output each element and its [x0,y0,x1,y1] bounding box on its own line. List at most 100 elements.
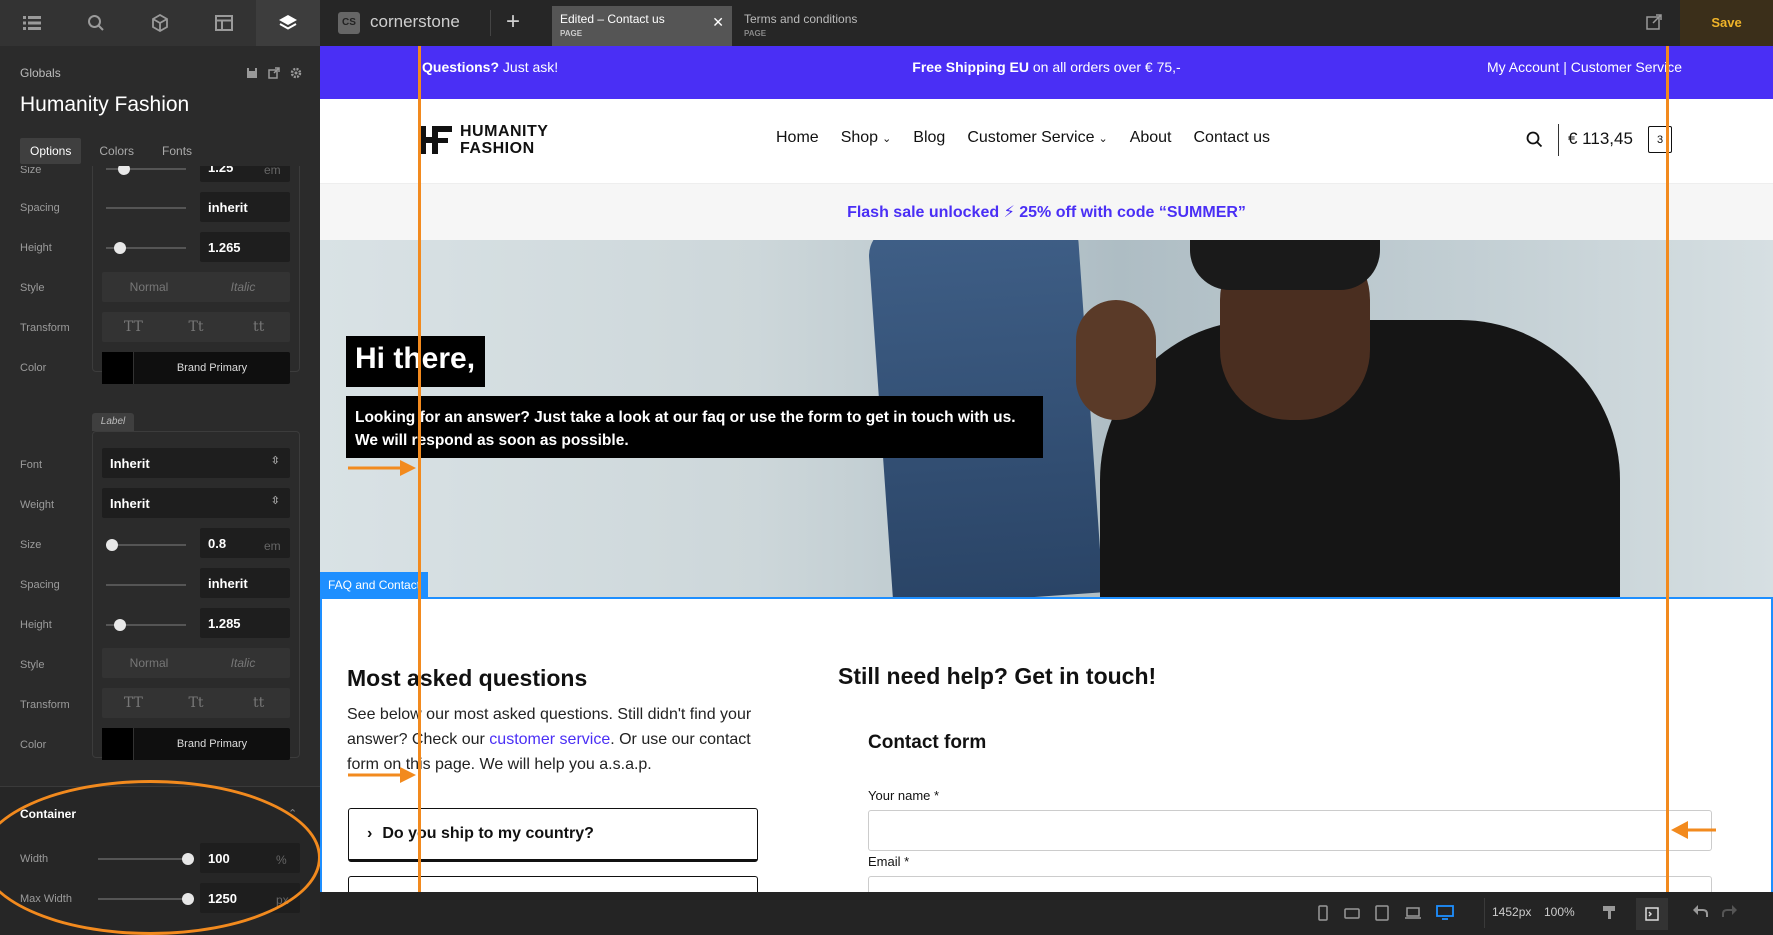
divider [1558,124,1559,156]
layers-icon[interactable] [256,0,320,46]
label-spacing-label: Spacing [20,579,60,591]
label-color-value: Brand Primary [176,738,248,750]
nav-about[interactable]: About [1130,129,1172,147]
hero-figure-hat [1190,240,1380,290]
weight-select[interactable]: Inherit ⇳ [102,488,290,518]
spacing-label: Spacing [20,202,60,214]
cube-icon[interactable] [128,0,192,46]
code-editor-icon[interactable] [1636,898,1668,930]
customer-service-inline-link[interactable]: customer service [489,731,610,748]
undo-icon[interactable] [1692,904,1708,923]
style-toggle: Normal Italic [102,272,290,302]
cart-total[interactable]: € 113,45 [1568,129,1633,149]
transform-lowercase-option[interactable]: tt [227,312,290,342]
label-height-slider-thumb[interactable] [114,619,126,631]
sidebar-icon-bar [0,0,320,46]
label-spacing-slider[interactable] [106,584,186,586]
label-style-italic-option[interactable]: Italic [196,648,290,678]
nav-blog[interactable]: Blog [913,129,945,147]
globals-header: Globals Humanity Fashion Options Colors … [0,46,320,166]
transform-uppercase-option[interactable]: TT [102,312,165,342]
save-icon[interactable] [246,66,258,84]
search-icon[interactable] [64,0,128,46]
font-select[interactable]: Inherit ⇳ [102,448,290,478]
size-slider[interactable] [106,166,186,175]
my-account-link[interactable]: My Account [1487,59,1559,75]
brush-icon[interactable] [1602,904,1618,925]
tab-edited-contact[interactable]: Edited – Contact us PAGE ✕ [552,6,732,46]
label-size-unit: em [264,539,281,553]
label-color-label: Color [20,739,47,751]
announcement-bar: Questions? Just ask! Free Shipping EU on… [320,46,1773,99]
nav-shop[interactable]: Shop [841,129,878,147]
site-header: HUMANITY FASHION Home Shop ⌄ Blog Custom… [320,99,1773,184]
desktop-icon[interactable] [1436,905,1454,926]
label-height-label: Height [20,619,52,631]
tab-title: Terms and conditions [744,12,858,26]
color-label: Color [20,362,47,374]
gear-icon[interactable] [290,66,302,84]
layout-icon[interactable] [192,0,256,46]
faq-title: Most asked questions [347,665,588,691]
laptop-icon[interactable] [1404,905,1422,926]
email-input[interactable] [868,876,1712,892]
select-chevron-icon: ⇳ [270,455,280,467]
tab-fonts[interactable]: Fonts [152,138,202,164]
height-slider-thumb[interactable] [114,242,126,254]
label-style-normal-option[interactable]: Normal [102,648,196,678]
add-tab-icon[interactable]: + [506,8,520,36]
label-height-slider[interactable] [106,619,186,631]
tab-options[interactable]: Options [20,138,82,164]
faq-accordion-item[interactable] [348,876,758,892]
style-normal-option[interactable]: Normal [102,272,196,302]
label-spacing-field[interactable]: inherit [200,568,290,598]
label-color-swatch[interactable]: Brand Primary [102,728,290,760]
color-chip [102,352,134,384]
spacing-slider[interactable] [106,207,186,209]
height-label: Height [20,242,52,254]
divider [490,10,491,36]
label-height-field[interactable]: 1.285 [200,608,290,638]
tab-colors[interactable]: Colors [89,138,144,164]
spacing-field[interactable]: inherit [200,192,290,222]
phone-landscape-icon[interactable] [1344,905,1360,926]
label-transform-uppercase-option[interactable]: TT [102,688,165,718]
open-external-icon[interactable] [1646,14,1662,35]
export-icon[interactable] [268,66,280,84]
globals-label: Globals [20,66,61,80]
label-group-tag: Label [92,413,134,431]
save-button[interactable]: Save [1680,0,1773,46]
tablet-icon[interactable] [1374,905,1390,926]
brand-logo-text[interactable]: HUMANITY FASHION [460,123,548,157]
style-italic-option[interactable]: Italic [196,272,290,302]
phone-portrait-icon[interactable] [1316,905,1330,926]
name-input[interactable] [868,810,1712,851]
list-icon[interactable] [0,0,64,46]
nav-customer-service[interactable]: Customer Service [967,129,1094,147]
chevron-right-icon: › [367,825,373,842]
weight-label: Weight [20,499,55,511]
nav-home[interactable]: Home [776,129,819,147]
tab-title: Edited – Contact us [560,12,665,26]
label-size-slider[interactable] [106,539,186,551]
cornerstone-logo-icon: CS [338,12,360,34]
search-icon[interactable] [1526,131,1543,153]
tab-terms[interactable]: Terms and conditions PAGE [732,6,892,46]
faq-accordion-item[interactable]: › Do you ship to my country? [348,808,758,862]
height-slider[interactable] [106,242,186,254]
color-swatch[interactable]: Brand Primary [102,352,290,384]
redo-icon[interactable] [1722,904,1738,923]
label-transform-toggle: TT Tt tt [102,688,290,718]
label-size-slider-thumb[interactable] [106,539,118,551]
app-logo-text: cornerstone [370,12,460,31]
transform-capitalize-option[interactable]: Tt [165,312,228,342]
height-field[interactable]: 1.265 [200,232,290,262]
nav-contact[interactable]: Contact us [1194,129,1270,147]
section-tag[interactable]: FAQ and Contact [320,572,429,597]
editor-topbar: CS cornerstone + Edited – Contact us PAG… [320,0,1773,46]
canvas-width[interactable]: 1452px [1492,905,1531,919]
zoom-level[interactable]: 100% [1544,905,1575,919]
label-transform-lowercase-option[interactable]: tt [227,688,290,718]
close-icon[interactable]: ✕ [712,14,724,31]
label-transform-capitalize-option[interactable]: Tt [165,688,228,718]
